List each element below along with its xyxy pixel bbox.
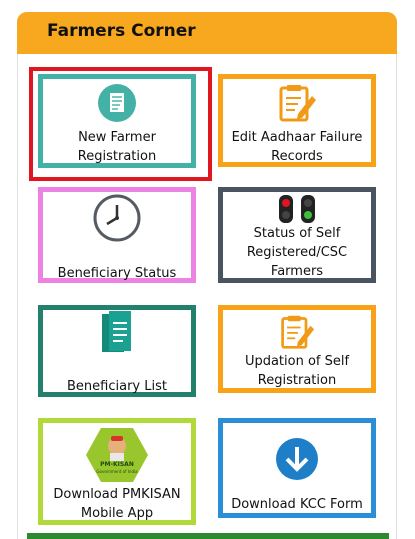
edit-document-icon [277,82,317,128]
edit-document-icon [279,313,315,355]
beneficiary-list-tile[interactable]: Beneficiary List [38,305,196,397]
tile-label: Edit Aadhaar Failure Records [231,130,363,164]
tile-label: Beneficiary Status [57,266,177,281]
clock-icon [92,193,142,247]
self-registered-csc-status-tile[interactable]: Status of Self Registered/CSC Farmers [218,187,376,283]
pmkisan-logo-subtext: Government of India [96,469,138,474]
selection-highlight [29,67,212,181]
download-icon [275,437,319,485]
tile-label: Beneficiary List [67,379,167,394]
beneficiary-status-tile[interactable]: Beneficiary Status [38,187,196,283]
download-pmkisan-app-tile[interactable]: PM-KISAN Government of India Download PM… [38,418,196,525]
panel-header: Farmers Corner [17,12,397,54]
pmkisan-logo-text: PM-KISAN [100,461,134,468]
panel-title: Farmers Corner [47,21,196,41]
tile-label: Download KCC Form [231,497,363,512]
edit-aadhaar-failure-records-tile[interactable]: Edit Aadhaar Failure Records [218,74,376,167]
traffic-light-icon [277,194,317,228]
pmkisan-logo-icon [85,426,149,488]
tile-label: Download PMKISAN Mobile App [53,487,181,521]
download-kcc-form-tile[interactable]: Download KCC Form [218,418,376,518]
list-document-icon [101,311,133,359]
tile-label: Status of Self Registered/CSC Farmers [246,226,348,279]
bottom-bar [27,533,389,539]
tile-label: Updation of Self Registration [244,354,350,388]
updation-self-registration-tile[interactable]: Updation of Self Registration [218,305,376,393]
